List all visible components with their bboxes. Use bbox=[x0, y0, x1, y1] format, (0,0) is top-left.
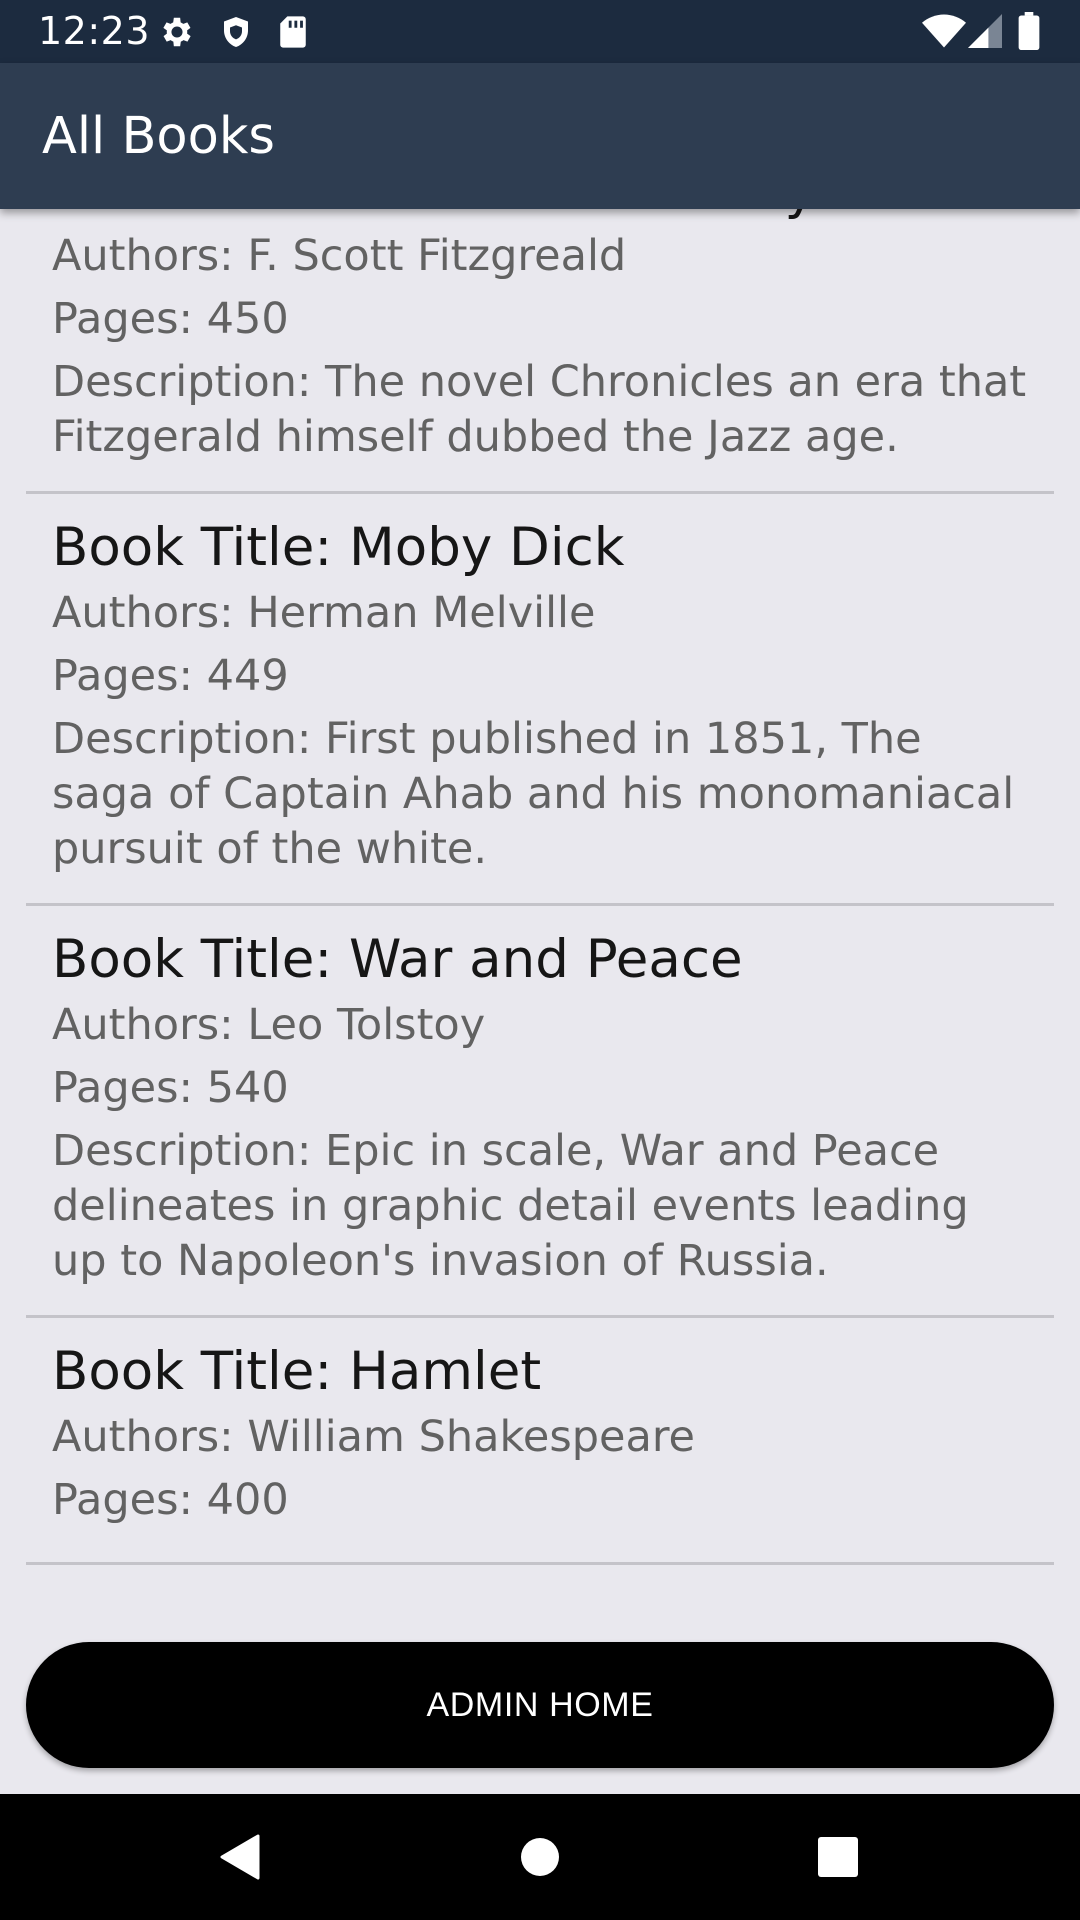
wifi-icon bbox=[922, 14, 966, 53]
back-icon[interactable] bbox=[206, 1824, 272, 1890]
navigation-bar bbox=[0, 1794, 1080, 1920]
book-title: Book Title: Moby Dick bbox=[52, 517, 625, 578]
shield-icon bbox=[218, 13, 254, 56]
app-bar: All Books bbox=[0, 63, 1080, 209]
page-title: All Books bbox=[42, 107, 275, 166]
recents-icon[interactable] bbox=[805, 1824, 871, 1890]
book-title: Book Title: War and Peace bbox=[52, 929, 743, 990]
book-authors: Authors: Leo Tolstoy bbox=[52, 1000, 486, 1050]
book-title: Book Title: The Great Gatsby bbox=[52, 209, 1028, 223]
admin-home-button[interactable]: ADMIN HOME bbox=[26, 1642, 1054, 1768]
book-pages: Pages: 450 bbox=[52, 294, 289, 344]
book-authors: Authors: Herman Melville bbox=[52, 588, 596, 638]
list-item[interactable]: Book Title: Hamlet Authors: William Shak… bbox=[26, 1318, 1054, 1565]
gear-icon bbox=[158, 13, 196, 56]
book-list: Book Title: The Great Gatsby Authors: F.… bbox=[0, 209, 1080, 1565]
book-description: Description: First published in 1851, Th… bbox=[52, 714, 1015, 874]
status-bar: 12:23 bbox=[0, 0, 1080, 63]
status-time: 12:23 bbox=[38, 9, 151, 53]
book-pages: Pages: 449 bbox=[52, 651, 289, 701]
book-authors: Authors: F. Scott Fitzgreald bbox=[52, 231, 627, 281]
battery-icon bbox=[1018, 12, 1040, 55]
book-list-viewport[interactable]: Book Title: The Great Gatsby Authors: F.… bbox=[0, 209, 1080, 1793]
book-pages: Pages: 400 bbox=[52, 1475, 289, 1525]
sd-card-icon bbox=[276, 13, 310, 56]
book-description: Description: The novel Chronicles an era… bbox=[52, 357, 1027, 462]
home-icon[interactable] bbox=[507, 1824, 573, 1890]
list-item[interactable]: Book Title: Moby Dick Authors: Herman Me… bbox=[26, 494, 1054, 906]
list-item[interactable]: Book Title: The Great Gatsby Authors: F.… bbox=[26, 209, 1054, 494]
signal-icon bbox=[968, 14, 1002, 53]
book-authors: Authors: William Shakespeare bbox=[52, 1412, 696, 1462]
list-item[interactable]: Book Title: War and Peace Authors: Leo T… bbox=[26, 906, 1054, 1318]
book-description: Description: Epic in scale, War and Peac… bbox=[52, 1126, 969, 1286]
book-pages: Pages: 540 bbox=[52, 1063, 289, 1113]
book-title: Book Title: Hamlet bbox=[52, 1341, 542, 1402]
